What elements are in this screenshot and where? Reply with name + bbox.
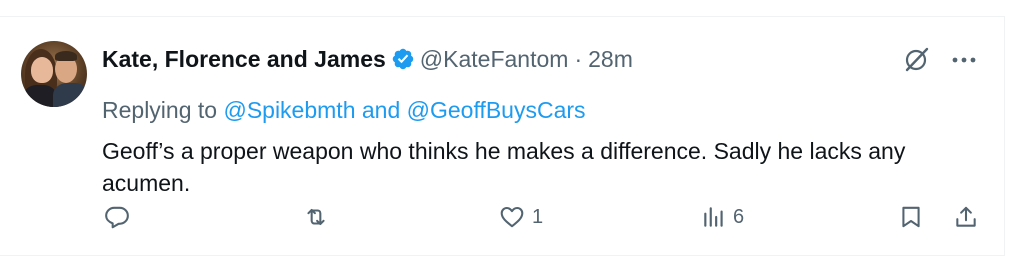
views-button[interactable]: 6 [701, 204, 744, 230]
verified-badge-icon [392, 48, 414, 70]
more-icon[interactable] [950, 55, 978, 65]
repost-button[interactable] [302, 204, 336, 230]
replying-to: Replying to @Spikebmth and @GeoffBuysCar… [102, 97, 586, 124]
author-handle[interactable]: @KateFantom [420, 46, 569, 73]
bookmark-icon [902, 206, 920, 228]
timestamp[interactable]: 28m [588, 46, 633, 73]
repost-icon [307, 208, 325, 226]
mention-conjunction[interactable]: and [355, 97, 406, 123]
mention-link-2[interactable]: @GeoffBuysCars [407, 97, 586, 123]
like-count: 1 [532, 205, 544, 228]
tweet-header: Kate, Florence and James @KateFantom · 2… [102, 44, 633, 74]
views-count: 6 [733, 205, 745, 228]
share-icon [956, 206, 976, 227]
reply-button[interactable] [104, 204, 136, 230]
like-icon [500, 206, 524, 228]
mention-link-1[interactable]: @Spikebmth [223, 97, 355, 123]
avatar[interactable] [21, 41, 87, 107]
like-button[interactable]: 1 [498, 204, 543, 230]
author-name[interactable]: Kate, Florence and James [102, 46, 386, 73]
separator-dot: · [574, 45, 583, 72]
grok-icon[interactable] [903, 45, 931, 73]
share-button[interactable] [953, 204, 979, 230]
action-bar: 1 6 [0, 204, 1016, 234]
reply-icon [105, 206, 129, 229]
bookmark-button[interactable] [898, 204, 924, 230]
tweet-text: Geoff’s a proper weapon who thinks he ma… [102, 138, 906, 196]
replying-to-label: Replying to [102, 97, 224, 123]
views-icon [704, 207, 723, 227]
